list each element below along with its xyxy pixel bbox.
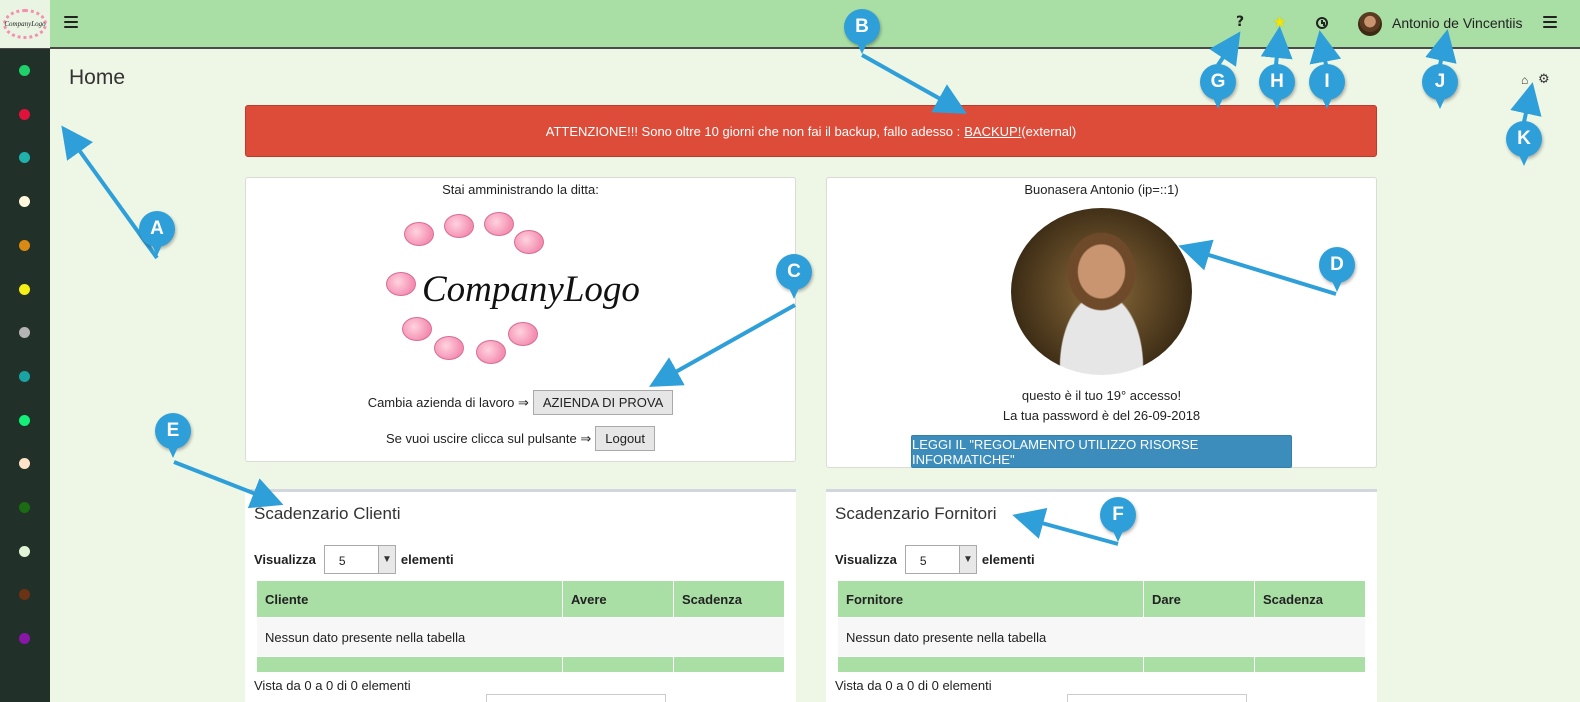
company-logo-text: CompanyLogo	[422, 269, 640, 310]
callout-badge: E	[155, 413, 191, 458]
app-logo-text: CompanyLogo	[4, 20, 46, 28]
callout-badge: B	[844, 9, 880, 54]
show-label: Visualizza	[254, 552, 316, 567]
change-company-label: Cambia azienda di lavoro ⇒	[367, 394, 529, 410]
top-navbar: CompanyLogo ? ★ Antonio de Vincentiis	[0, 0, 1580, 49]
callout-badge: D	[1319, 247, 1355, 292]
logout-label: Se vuoi uscire clicca sul pulsante ⇒	[385, 430, 592, 446]
logout-button[interactable]: Logout	[595, 426, 656, 451]
app-logo[interactable]: CompanyLogo	[0, 0, 50, 48]
show-label: Visualizza	[835, 552, 897, 567]
sidebar-menu-dot[interactable]	[19, 196, 30, 208]
callout-badge: I	[1309, 64, 1345, 109]
sidebar-menu-dot[interactable]	[19, 283, 30, 295]
greeting-text: Buonasera Antonio (ip=::1)	[1024, 182, 1179, 197]
empty-row: Nessun dato presente nella tabella	[256, 617, 785, 657]
user-card: Buonasera Antonio (ip=::1) questo è il t…	[826, 177, 1377, 468]
page-title: Home	[69, 66, 126, 89]
sidebar-toggle-button[interactable]	[64, 16, 78, 28]
suppliers-table: Fornitore Dare Scadenza Nessun dato pres…	[837, 580, 1366, 673]
home-icon[interactable]: ⌂	[1521, 73, 1528, 87]
column-header[interactable]: Fornitore	[837, 580, 1144, 618]
sidebar-menu-dot[interactable]	[19, 370, 30, 382]
column-header[interactable]: Cliente	[256, 580, 563, 618]
sidebar-menu-dot[interactable]	[19, 589, 30, 601]
change-company-button[interactable]: AZIENDA DI PROVA	[532, 390, 674, 415]
gear-icon[interactable]: ⚙	[1538, 71, 1550, 87]
page-size-value: 5	[338, 554, 346, 568]
clock-icon[interactable]	[1316, 17, 1328, 29]
sidebar-menu-dot[interactable]	[19, 108, 30, 120]
left-sidebar	[0, 49, 50, 702]
pagination[interactable]	[486, 694, 666, 702]
company-heading: Stai amministrando la ditta:	[442, 182, 599, 197]
question-icon[interactable]: ?	[1236, 14, 1244, 30]
clients-table: Cliente Avere Scadenza Nessun dato prese…	[256, 580, 785, 673]
alert-text: ATTENZIONE!!! Sono oltre 10 giorni che n…	[545, 123, 961, 139]
access-count-text: questo è il tuo 19° accesso!	[1021, 388, 1182, 403]
star-icon[interactable]: ★	[1273, 13, 1286, 31]
callout-badge: H	[1259, 64, 1295, 109]
sidebar-menu-dot[interactable]	[19, 633, 30, 645]
elements-label: elementi	[981, 552, 1035, 567]
password-date-text: La tua password è del 26-09-2018	[1002, 408, 1201, 423]
column-header[interactable]: Scadenza	[673, 580, 785, 618]
sidebar-menu-dot[interactable]	[19, 152, 30, 164]
alert-suffix: (external)	[1021, 123, 1077, 139]
backup-link[interactable]: BACKUP!	[964, 124, 1021, 139]
table-info: Vista da 0 a 0 di 0 elementi	[254, 678, 411, 693]
sidebar-menu-dot[interactable]	[19, 327, 30, 339]
callout-badge: A	[139, 211, 175, 256]
page-size-select[interactable]: 5 ▼	[904, 545, 977, 574]
pagination[interactable]	[1067, 694, 1247, 702]
empty-row: Nessun dato presente nella tabella	[837, 617, 1366, 657]
sidebar-menu-dot[interactable]	[19, 502, 30, 513]
control-sidebar-toggle-button[interactable]	[1543, 16, 1557, 28]
column-header[interactable]: Scadenza	[1254, 580, 1366, 618]
profile-photo	[1011, 208, 1192, 375]
chevron-down-icon: ▼	[377, 546, 395, 573]
clients-box-title: Scadenzario Clienti	[254, 504, 401, 523]
company-card: Stai amministrando la ditta: CompanyLogo…	[245, 177, 796, 462]
sidebar-menu-dot[interactable]	[19, 239, 30, 251]
sidebar-menu-dot[interactable]	[19, 458, 30, 470]
sidebar-menu-dot[interactable]	[19, 65, 30, 76]
page-size-select[interactable]: 5 ▼	[323, 545, 396, 574]
page-size-value: 5	[919, 554, 927, 568]
column-header[interactable]: Dare	[1143, 580, 1255, 618]
callout-badge: K	[1506, 121, 1542, 166]
user-menu-name[interactable]: Antonio de Vincentiis	[1392, 15, 1523, 31]
table-info: Vista da 0 a 0 di 0 elementi	[835, 678, 992, 693]
callout-badge: F	[1100, 497, 1136, 542]
callout-badge: J	[1422, 64, 1458, 109]
company-logo-image: CompanyLogo	[384, 212, 658, 364]
sidebar-menu-dot[interactable]	[19, 414, 30, 426]
clients-due-box: Scadenzario Clienti Visualizza 5 ▼ eleme…	[245, 489, 796, 702]
suppliers-box-title: Scadenzario Fornitori	[835, 504, 997, 523]
callout-badge: G	[1200, 64, 1236, 109]
elements-label: elementi	[400, 552, 454, 567]
read-rules-button[interactable]: LEGGI IL "REGOLAMENTO UTILIZZO RISORSE I…	[911, 435, 1292, 468]
callout-badge: C	[776, 254, 812, 299]
user-avatar[interactable]	[1358, 12, 1382, 36]
sidebar-menu-dot[interactable]	[19, 545, 30, 557]
chevron-down-icon: ▼	[958, 546, 976, 573]
column-header[interactable]: Avere	[562, 580, 674, 618]
backup-alert: ATTENZIONE!!! Sono oltre 10 giorni che n…	[245, 105, 1377, 157]
